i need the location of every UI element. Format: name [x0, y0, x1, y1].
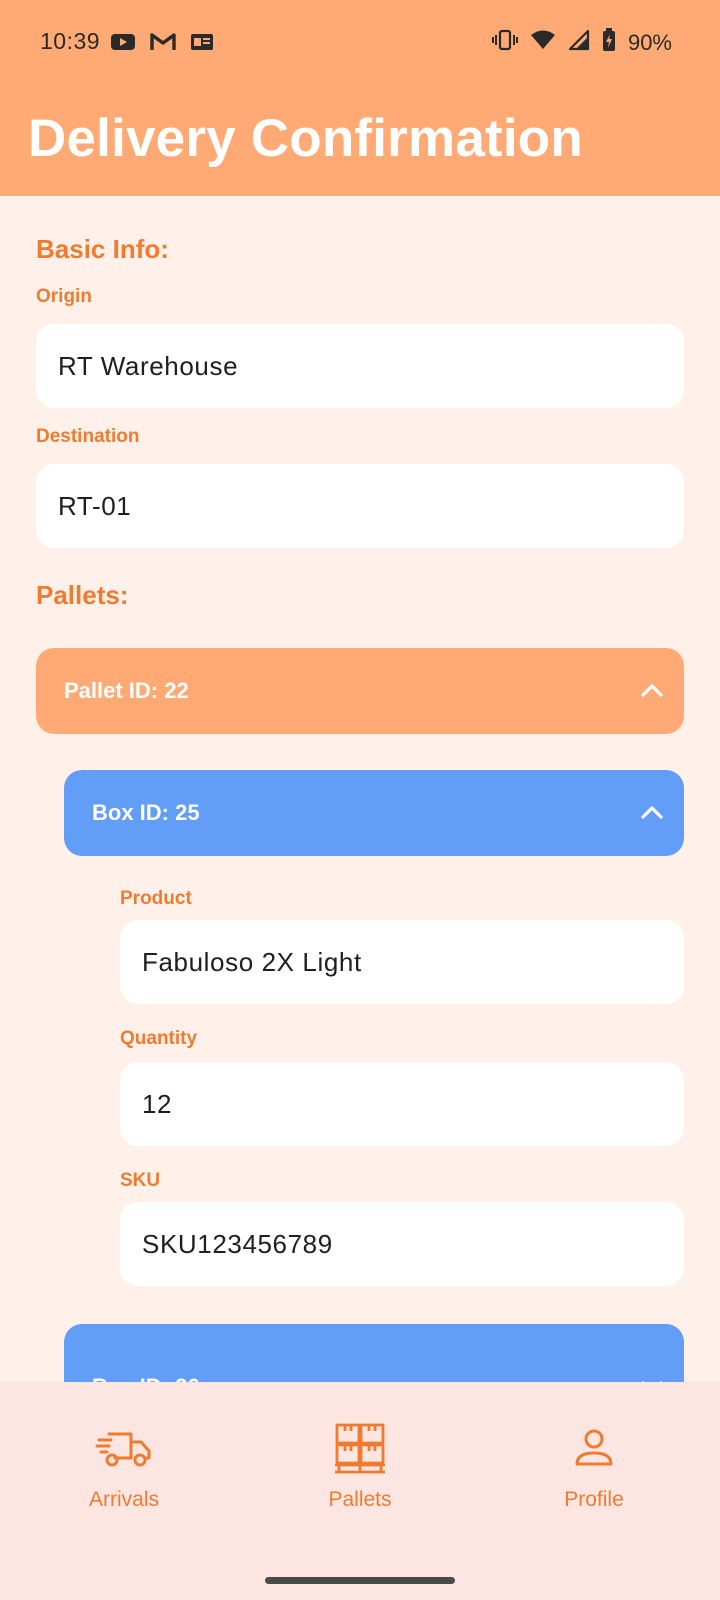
youtube-icon [110, 32, 136, 57]
nav-label-pallets: Pallets [328, 1488, 392, 1511]
destination-label: Destination [36, 426, 140, 447]
pallet-id-label: Pallet ID: 22 [64, 678, 189, 703]
nav-item-profile[interactable]: Profile [514, 1418, 674, 1512]
battery-percent: 90% [627, 29, 672, 55]
product-field[interactable]: Fabuloso 2X Light [120, 920, 684, 1004]
nav-item-arrivals[interactable]: Arrivals [44, 1418, 204, 1512]
box-id-label: Box ID: 26 [92, 1374, 200, 1382]
status-bar: 10:39 90% [0, 0, 720, 86]
chevron-up-icon [640, 678, 664, 704]
pallet-accordion-header[interactable]: Pallet ID: 22 [36, 648, 684, 734]
nav-item-pallets[interactable]: Pallets [280, 1418, 440, 1512]
sku-label: SKU [120, 1170, 161, 1191]
quantity-field[interactable]: 12 [120, 1062, 684, 1146]
gmail-icon [150, 32, 176, 57]
person-icon [514, 1418, 674, 1478]
scroll-content[interactable]: Basic Info: Origin RT Warehouse Destinat… [0, 196, 720, 1382]
truck-icon [44, 1418, 204, 1478]
basic-info-title: Basic Info: [36, 234, 169, 264]
pallets-title: Pallets: [36, 580, 129, 610]
notification-icons [110, 32, 214, 57]
page-title: Delivery Confirmation [28, 109, 583, 168]
nav-label-arrivals: Arrivals [88, 1488, 159, 1511]
quantity-label: Quantity [120, 1028, 198, 1049]
news-icon [190, 32, 214, 57]
chevron-up-icon [640, 800, 664, 826]
screen: 10:39 90% Delivery Confirmation Basic In… [0, 0, 720, 1600]
box-id-label: Box ID: 25 [92, 800, 200, 825]
origin-label: Origin [36, 286, 92, 307]
app-bar: 10:39 90% Delivery Confirmation [0, 0, 720, 196]
box-accordion-header[interactable]: Box ID: 26 [64, 1324, 684, 1382]
system-icons: 90% [491, 28, 672, 57]
product-label: Product [120, 888, 192, 909]
signal-icon [568, 29, 590, 56]
sku-field[interactable]: SKU123456789 [120, 1202, 684, 1286]
destination-field[interactable]: RT-01 [36, 464, 684, 548]
vibrate-icon [491, 29, 518, 56]
bottom-nav: Arrivals Pallets Profile [0, 1382, 720, 1600]
battery-icon [602, 28, 616, 57]
home-indicator[interactable] [265, 1577, 455, 1584]
box-accordion-header[interactable]: Box ID: 25 [64, 770, 684, 856]
status-time: 10:39 [40, 28, 101, 54]
origin-field[interactable]: RT Warehouse [36, 324, 684, 408]
pallet-icon [280, 1418, 440, 1478]
wifi-icon [530, 29, 556, 56]
nav-label-profile: Profile [564, 1488, 624, 1511]
